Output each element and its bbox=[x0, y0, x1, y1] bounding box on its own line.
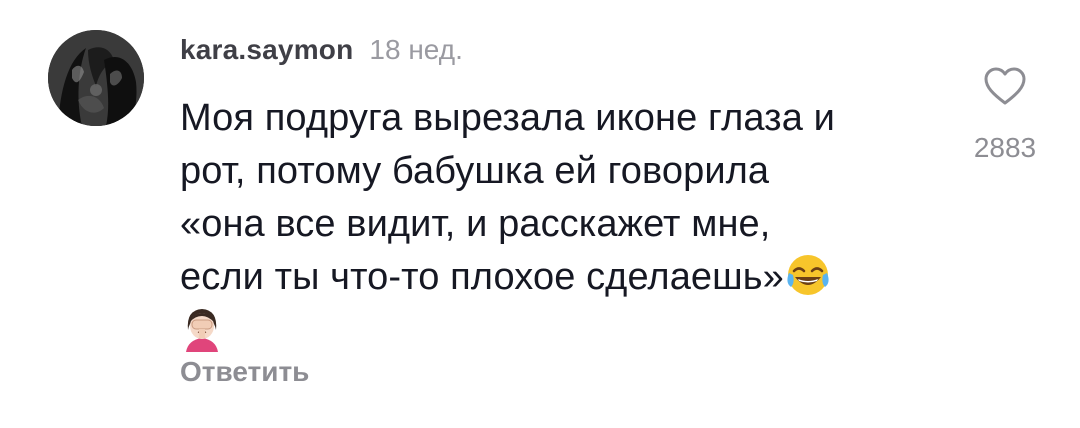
comment-meta: kara.saymon 18 нед. bbox=[180, 34, 463, 70]
comment-text-line-content: если ты что-то плохое сделаешь» bbox=[180, 256, 784, 298]
face-with-tears-of-joy-icon bbox=[786, 253, 830, 297]
avatar[interactable] bbox=[48, 30, 144, 126]
woman-facepalming-icon bbox=[180, 304, 224, 352]
avatar-image bbox=[48, 30, 144, 126]
reply-button[interactable]: Ответить bbox=[180, 356, 309, 388]
like-control: 2883 bbox=[960, 66, 1050, 164]
timestamp: 18 нед. bbox=[369, 34, 463, 65]
username[interactable]: kara.saymon bbox=[180, 34, 353, 66]
like-count: 2883 bbox=[973, 132, 1037, 163]
comment-item: kara.saymon 18 нед. Моя подруга вырезала… bbox=[0, 0, 1080, 428]
comment-text-line: «она все видит, и расскажет мне, bbox=[180, 203, 771, 245]
comment-text-line-last: если ты что-то плохое сделаешь» bbox=[180, 251, 940, 304]
comment-text-line: рот, потому бабушка ей говорила bbox=[180, 150, 770, 192]
comment-text-line: Моя подруга вырезала иконе глаза и bbox=[180, 97, 835, 139]
comment-text: Моя подруга вырезала иконе глаза и рот, … bbox=[180, 92, 940, 363]
comment-text-line-emoji bbox=[180, 304, 940, 363]
heart-outline-icon[interactable] bbox=[983, 66, 1027, 106]
